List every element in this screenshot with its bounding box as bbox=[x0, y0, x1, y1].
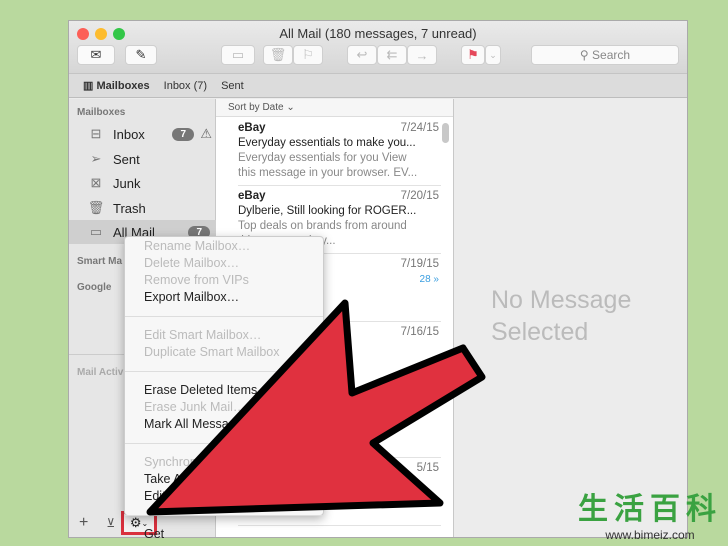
watermark-chinese: 生活百科 bbox=[578, 493, 722, 526]
annotation-arrow bbox=[146, 299, 486, 516]
watermark-url: www.bimeiz.com bbox=[605, 528, 695, 542]
watermark-logo: 生活百科 www.bimeiz.com bbox=[578, 484, 722, 542]
red-arrow-shape bbox=[146, 299, 486, 516]
